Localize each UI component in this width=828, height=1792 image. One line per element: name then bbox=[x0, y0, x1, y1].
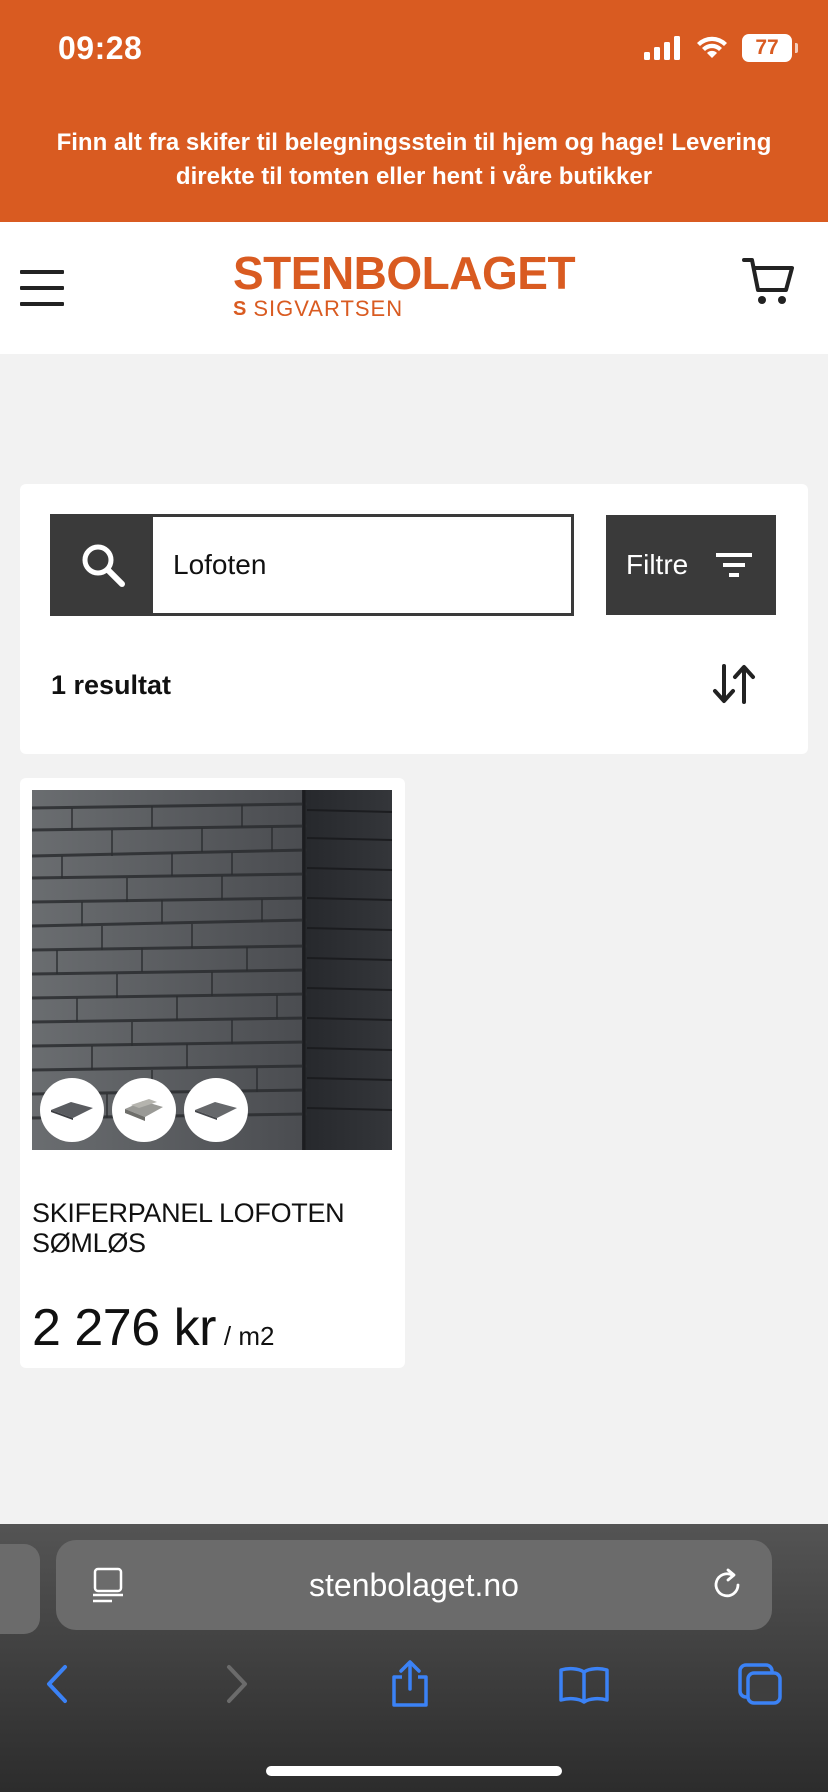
color-swatches bbox=[40, 1078, 248, 1142]
logo-main-text: STENBOLAGET bbox=[233, 247, 576, 299]
share-icon[interactable] bbox=[380, 1654, 440, 1714]
previous-tab-stub[interactable] bbox=[0, 1544, 40, 1634]
back-icon[interactable] bbox=[28, 1654, 88, 1714]
url-text[interactable]: stenbolaget.no bbox=[56, 1540, 772, 1630]
bookmarks-icon[interactable] bbox=[554, 1654, 614, 1714]
tabs-icon[interactable] bbox=[730, 1654, 790, 1714]
filter-icon bbox=[716, 553, 752, 577]
swatch-3[interactable] bbox=[184, 1078, 248, 1142]
logo-sub-text: SIGVARTSEN bbox=[253, 296, 404, 321]
sort-icon[interactable] bbox=[712, 662, 756, 706]
swatch-2[interactable] bbox=[112, 1078, 176, 1142]
product-image[interactable] bbox=[32, 790, 392, 1150]
product-card[interactable]: SKIFERPANEL LOFOTEN SØMLØS 2 276 kr / m2 bbox=[20, 778, 405, 1368]
filter-label: Filtre bbox=[626, 549, 689, 580]
reload-icon[interactable] bbox=[708, 1566, 746, 1604]
search-panel: Filtre 1 resultat bbox=[20, 484, 808, 754]
search-button[interactable] bbox=[53, 517, 153, 613]
search-box bbox=[50, 514, 574, 616]
site-logo[interactable]: STENBOLAGET S SIGVARTSEN bbox=[233, 247, 593, 322]
browser-chrome: stenbolaget.no bbox=[0, 1524, 828, 1792]
price-unit: / m2 bbox=[223, 1321, 275, 1351]
search-input[interactable] bbox=[153, 517, 571, 613]
promo-banner-text: Finn alt fra skifer til belegningsstein … bbox=[56, 129, 772, 190]
cart-icon[interactable] bbox=[740, 252, 796, 308]
signal-icon bbox=[644, 36, 680, 60]
swatch-1[interactable] bbox=[40, 1078, 104, 1142]
search-icon bbox=[82, 544, 125, 587]
result-count: 1 resultat bbox=[51, 670, 172, 700]
site-header: STENBOLAGET S SIGVARTSEN bbox=[0, 222, 828, 354]
address-bar[interactable]: stenbolaget.no bbox=[56, 1540, 772, 1630]
wifi-icon bbox=[697, 36, 727, 58]
status-time: 09:28 bbox=[58, 30, 143, 66]
status-bar: 09:28 77 bbox=[0, 0, 828, 100]
status-indicators: 77 bbox=[644, 34, 798, 62]
product-price: 2 276 kr / m2 bbox=[32, 1298, 274, 1358]
product-title[interactable]: SKIFERPANEL LOFOTEN SØMLØS bbox=[32, 1198, 372, 1258]
price-value: 2 276 kr bbox=[32, 1299, 216, 1357]
home-indicator bbox=[266, 1766, 562, 1776]
forward-icon[interactable] bbox=[206, 1654, 266, 1714]
filter-button[interactable]: Filtre bbox=[606, 515, 776, 615]
hamburger-icon[interactable] bbox=[20, 270, 64, 306]
logo-mark-icon: S bbox=[233, 297, 248, 320]
logo-subtitle: S SIGVARTSEN bbox=[233, 296, 403, 322]
battery-icon: 77 bbox=[742, 34, 798, 62]
